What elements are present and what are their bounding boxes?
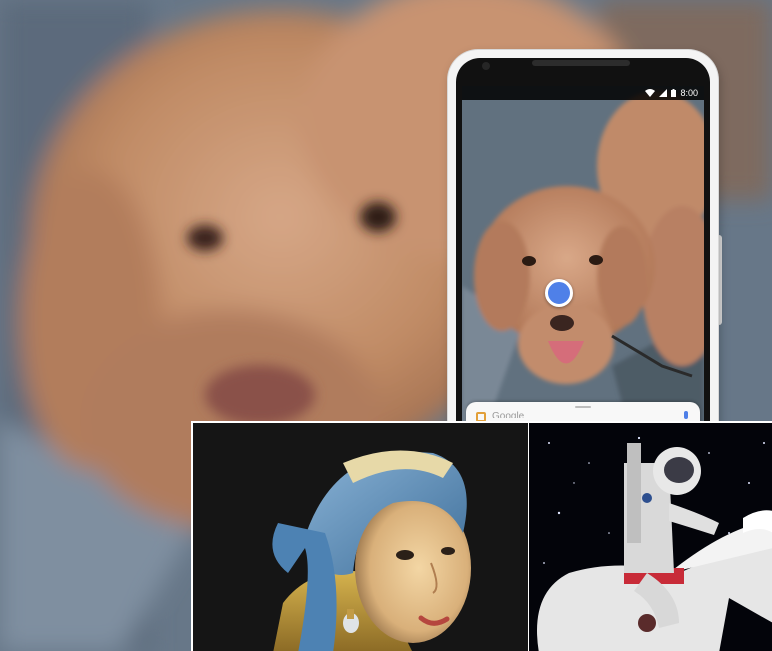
- status-time: 8:00: [680, 88, 698, 98]
- astronaut-horse-photo: [528, 421, 772, 651]
- drag-handle[interactable]: [575, 406, 591, 408]
- wifi-icon: [645, 89, 656, 97]
- phone-side-button: [718, 235, 722, 325]
- phone-mockup: 8:00 Google: [448, 50, 718, 440]
- mic-icon[interactable]: [684, 411, 688, 419]
- lens-focus-dot[interactable]: [545, 279, 573, 307]
- dog-photo: [462, 86, 704, 440]
- signal-icon: [659, 89, 668, 97]
- status-bar: 8:00: [462, 86, 704, 100]
- phone-screen[interactable]: 8:00 Google: [462, 86, 704, 440]
- front-camera: [482, 62, 490, 70]
- search-placeholder: Google: [492, 411, 525, 418]
- portrait-painting-photo: [191, 421, 528, 651]
- phone-speaker: [532, 60, 630, 66]
- battery-icon: [671, 89, 677, 97]
